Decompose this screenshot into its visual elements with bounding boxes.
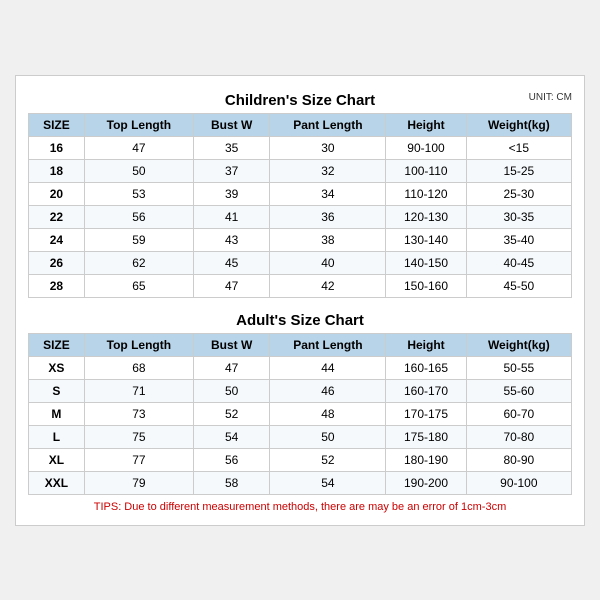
table-row: 18503732100-11015-25	[29, 159, 572, 182]
adult-col-header-size: SIZE	[29, 333, 85, 356]
table-row: 24594338130-14035-40	[29, 228, 572, 251]
table-row: M735248170-17560-70	[29, 402, 572, 425]
unit-label: UNIT: CM	[529, 92, 572, 103]
children-section-title: Children's Size Chart UNIT: CM	[28, 86, 572, 113]
col-header-height: Height	[386, 113, 466, 136]
adult-size-table: SIZE Top Length Bust W Pant Length Heigh…	[28, 333, 572, 495]
table-row: S715046160-17055-60	[29, 379, 572, 402]
children-header-row: SIZE Top Length Bust W Pant Length Heigh…	[29, 113, 572, 136]
table-row: 26624540140-15040-45	[29, 251, 572, 274]
col-header-weight: Weight(kg)	[466, 113, 571, 136]
col-header-pant-length: Pant Length	[270, 113, 386, 136]
adult-col-header-height: Height	[386, 333, 466, 356]
children-size-table: SIZE Top Length Bust W Pant Length Heigh…	[28, 113, 572, 298]
adult-header-row: SIZE Top Length Bust W Pant Length Heigh…	[29, 333, 572, 356]
table-row: XS684744160-16550-55	[29, 356, 572, 379]
table-row: 20533934110-12025-30	[29, 182, 572, 205]
col-header-top-length: Top Length	[84, 113, 193, 136]
adult-title-text: Adult's Size Chart	[236, 312, 364, 329]
children-title-text: Children's Size Chart	[225, 92, 375, 109]
table-row: XL775652180-19080-90	[29, 448, 572, 471]
adult-col-header-top-length: Top Length	[84, 333, 193, 356]
table-row: XXL795854190-20090-100	[29, 471, 572, 494]
table-row: L755450175-18070-80	[29, 425, 572, 448]
adult-section-title: Adult's Size Chart	[28, 306, 572, 333]
table-row: 22564136120-13030-35	[29, 205, 572, 228]
col-header-bust-w: Bust W	[193, 113, 270, 136]
tips-text: TIPS: Due to different measurement metho…	[28, 495, 572, 515]
adult-col-header-pant-length: Pant Length	[270, 333, 386, 356]
col-header-size: SIZE	[29, 113, 85, 136]
table-row: 28654742150-16045-50	[29, 274, 572, 297]
adult-col-header-bust-w: Bust W	[193, 333, 270, 356]
adult-col-header-weight: Weight(kg)	[466, 333, 571, 356]
table-row: 1647353090-100<15	[29, 136, 572, 159]
chart-container: Children's Size Chart UNIT: CM SIZE Top …	[15, 75, 585, 526]
